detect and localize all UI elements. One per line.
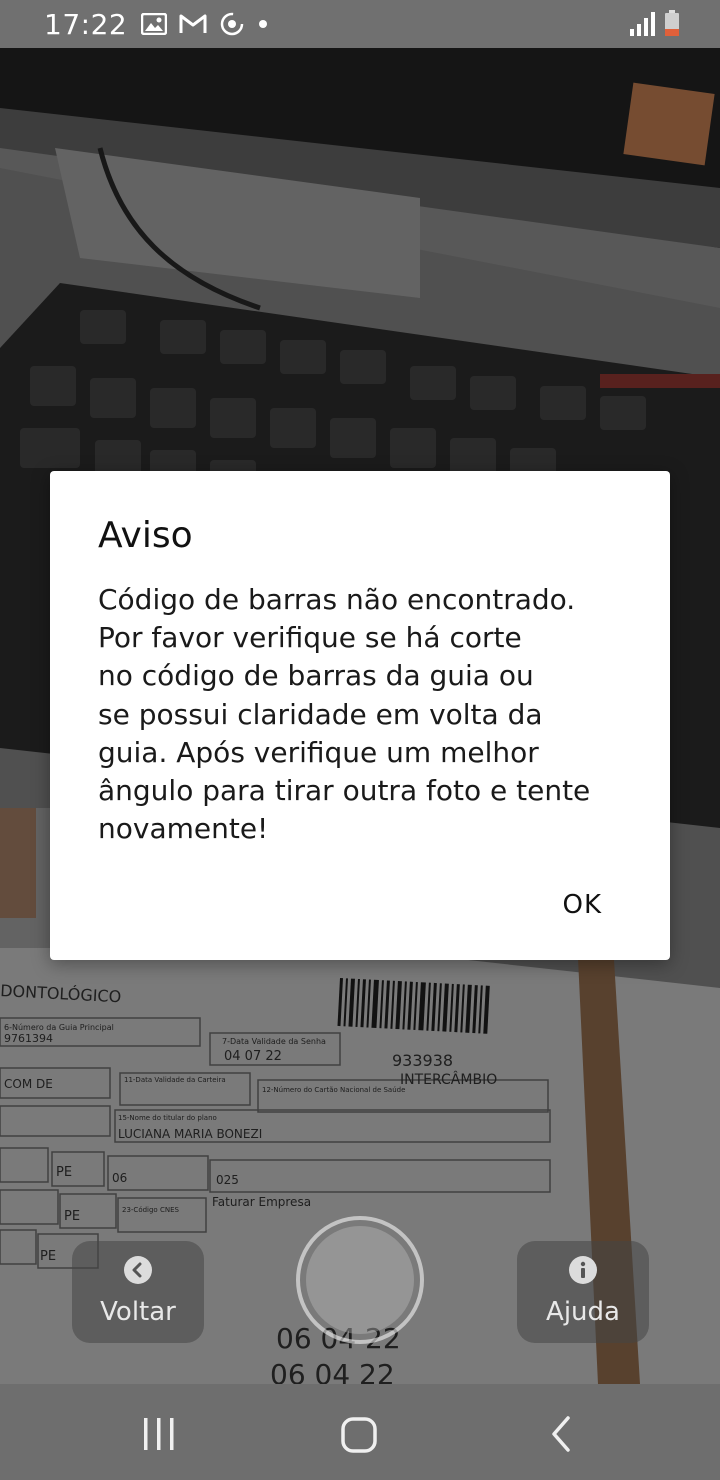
back-nav-icon[interactable]	[548, 1416, 574, 1452]
dialog-message: Código de barras não encontrado. Por fav…	[98, 581, 603, 848]
dialog-title: Aviso	[98, 515, 193, 556]
gmail-icon	[179, 14, 207, 33]
dot-icon	[259, 20, 268, 28]
dialog-message-line: novamente!	[98, 812, 269, 846]
dialog-message-line: no código de barras da guia ou	[98, 659, 534, 693]
dialog-message-line: ângulo para tirar outra foto e tente	[98, 774, 591, 808]
alert-dialog: Aviso Código de barras não encontrado. P…	[50, 471, 670, 960]
help-button[interactable]: Ajuda	[517, 1241, 649, 1343]
sync-icon	[220, 12, 244, 36]
dialog-message-line: guia. Após verifique um melhor	[98, 735, 539, 769]
gallery-icon	[141, 13, 168, 35]
back-button-label: Voltar	[100, 1297, 176, 1327]
chevron-left-icon	[124, 1256, 152, 1284]
help-button-label: Ajuda	[546, 1297, 620, 1327]
home-icon[interactable]	[340, 1416, 378, 1454]
navigation-bar	[0, 1384, 720, 1480]
back-button[interactable]: Voltar	[72, 1241, 204, 1343]
dialog-message-line: Por favor verifique se há corte	[98, 621, 522, 655]
info-icon	[569, 1256, 597, 1284]
signal-icon	[630, 12, 655, 36]
dialog-message-line: se possui claridade em volta da	[98, 697, 543, 731]
battery-low-icon	[665, 10, 679, 36]
shutter-inner	[306, 1226, 414, 1334]
status-time: 17:22	[44, 7, 128, 41]
recent-apps-icon[interactable]	[140, 1416, 178, 1452]
status-bar: 17:22	[0, 0, 720, 48]
system-icons	[630, 10, 680, 36]
dialog-message-line: Código de barras não encontrado.	[98, 583, 576, 616]
notification-icons	[141, 11, 269, 37]
ok-button[interactable]: OK	[562, 890, 602, 920]
shutter-button[interactable]	[296, 1216, 424, 1344]
